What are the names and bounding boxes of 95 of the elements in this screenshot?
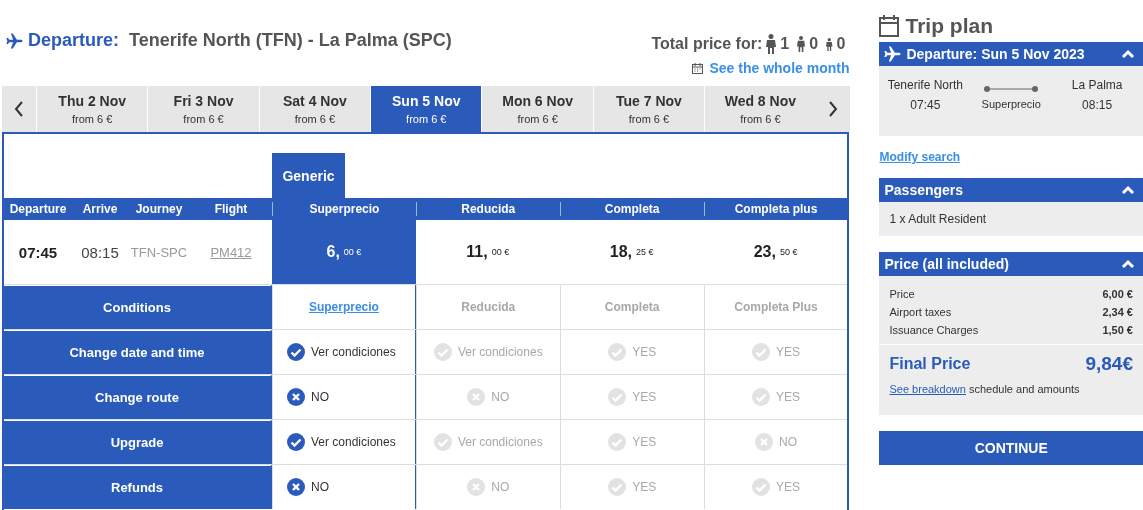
destination-name: La Palma [1070, 78, 1124, 92]
collapse-icon[interactable] [1121, 185, 1135, 195]
calendar-icon [879, 15, 900, 37]
collapse-icon[interactable] [1121, 49, 1135, 59]
condition-value: NO [779, 435, 798, 449]
calendar-icon [692, 62, 704, 74]
check-icon [608, 478, 627, 496]
passenger-summary: 1 x Adult Resident [889, 212, 987, 226]
fare-price-option[interactable]: 6, 00 € [272, 220, 416, 284]
check-icon [287, 343, 305, 361]
cross-icon [467, 478, 486, 496]
condition-label: Upgrade [4, 420, 272, 464]
fare-condition-header[interactable]: Superprecio [308, 300, 379, 314]
plane-icon [884, 46, 903, 62]
cross-icon [287, 478, 305, 496]
condition-value: YES [632, 390, 657, 404]
journey-code: TFN-SPC [130, 244, 188, 260]
price-line-amount: 2,34 € [1102, 306, 1133, 318]
column-header: Arrive [81, 202, 119, 216]
cross-icon [287, 388, 305, 406]
condition-value: NO [311, 480, 329, 494]
final-price-label: Final Price [889, 355, 971, 373]
passenger-count: 0 [836, 35, 846, 53]
passengers-title: Passengers [884, 182, 964, 198]
cross-icon [467, 388, 486, 406]
check-icon [608, 433, 627, 451]
condition-value: YES [776, 390, 801, 404]
check-icon [752, 343, 770, 361]
person-icon [796, 36, 807, 52]
price-line-label: Price [889, 288, 915, 300]
condition-value: Ver condiciones [311, 345, 396, 359]
column-header: Completa plus [734, 202, 818, 216]
departure-time: 07:45 [909, 98, 942, 112]
total-price-label: Total price for: [651, 35, 763, 53]
check-icon [433, 433, 452, 451]
price-line-label: Airport taxes [889, 306, 952, 318]
chevron-right-icon [827, 101, 838, 117]
condition-value: YES [632, 345, 657, 359]
arrival-time: 08:15 [1081, 98, 1114, 112]
column-header: Completa [604, 202, 660, 216]
check-icon [752, 388, 770, 406]
chevron-left-icon [14, 101, 24, 117]
departure-summary-title: Departure: Sun 5 Nov 2023 [906, 46, 1085, 62]
conditions-header: Conditions [4, 285, 272, 329]
condition-label: Refunds [4, 465, 272, 509]
person-icon [825, 37, 834, 51]
condition-value: Ver condiciones [457, 435, 543, 449]
passenger-count: 1 [780, 35, 790, 53]
breakdown-link[interactable]: See breakdown [889, 383, 966, 395]
person-icon [765, 34, 778, 54]
column-header: Flight [213, 202, 249, 216]
condition-label: Change route [4, 375, 272, 419]
trip-plan-title: Trip plan [905, 14, 993, 38]
continue-button[interactable]: CONTINUE [879, 431, 1143, 465]
arrival-time: 08:15 [81, 243, 119, 261]
check-icon [287, 433, 305, 451]
check-icon [752, 478, 770, 496]
price-title: Price (all included) [884, 256, 1009, 272]
price-line-amount: 6,00 € [1102, 288, 1133, 300]
price-line-amount: 1,50 € [1102, 324, 1133, 336]
fare-condition-header: Completa [604, 300, 660, 314]
column-header: Departure [8, 202, 68, 216]
fare-condition-header: Completa Plus [734, 300, 818, 314]
fare-condition-header: Reducida [461, 300, 516, 314]
passenger-count: 0 [809, 35, 819, 53]
route-line-icon [984, 86, 1039, 92]
route-title: Tenerife North (TFN) - La Palma (SPC) [129, 30, 452, 51]
origin-name: Tenerife North [886, 78, 965, 92]
plane-icon [6, 32, 24, 49]
condition-value: YES [776, 480, 801, 494]
condition-label: Change date and time [4, 330, 272, 374]
condition-value: YES [776, 345, 801, 359]
condition-value: Ver condiciones [311, 435, 396, 449]
breakdown-text: schedule and amounts [968, 383, 1080, 395]
collapse-icon[interactable] [1121, 259, 1135, 269]
condition-value: NO [491, 480, 510, 494]
cross-icon [755, 433, 774, 451]
check-icon [433, 343, 452, 361]
check-icon [608, 388, 627, 406]
column-header: Reducida [461, 202, 516, 216]
departure-time: 07:45 [18, 243, 58, 261]
check-icon [608, 343, 627, 361]
fare-group-tab[interactable]: Generic [272, 153, 345, 198]
condition-value: YES [632, 435, 657, 449]
departure-label: Departure: [28, 30, 120, 51]
date-tab[interactable]: Sun 5 Nov from 6 € [370, 86, 482, 132]
column-header: Journey [134, 202, 184, 216]
condition-value: NO [311, 390, 329, 404]
price-line-label: Issuance Charges [889, 324, 979, 336]
condition-value: Ver condiciones [457, 345, 543, 359]
column-header: Superprecio [309, 202, 380, 216]
final-price-amount: 9,84€ [1085, 353, 1133, 375]
condition-value: YES [632, 480, 657, 494]
condition-value: NO [491, 390, 510, 404]
fare-name: Superprecio [981, 98, 1041, 110]
